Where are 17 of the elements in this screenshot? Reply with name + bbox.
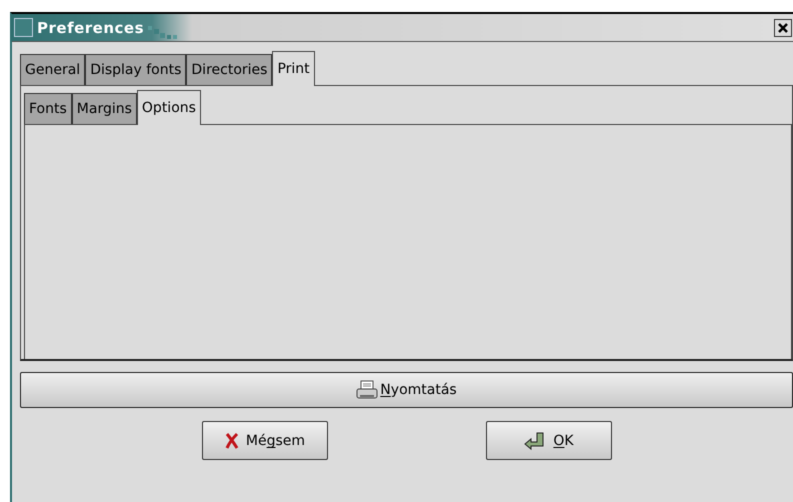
tab[interactable]: Margins: [72, 93, 137, 124]
pixel-decoration-icon: [148, 26, 178, 40]
cross-icon: [224, 432, 240, 450]
cancel-button[interactable]: Mégsem: [202, 421, 328, 460]
close-icon: [778, 22, 788, 32]
printer-icon: [356, 380, 378, 400]
close-button[interactable]: [774, 18, 792, 36]
window-title: Preferences: [37, 18, 144, 36]
tab[interactable]: General: [20, 54, 86, 85]
ok-button[interactable]: OK: [486, 421, 612, 460]
window-menu-icon[interactable]: [14, 18, 33, 37]
print-button[interactable]: Nyomtatás: [20, 372, 793, 408]
tab[interactable]: Options: [136, 90, 201, 125]
tab[interactable]: Directories: [186, 54, 272, 85]
tab[interactable]: Print: [272, 51, 315, 86]
tab[interactable]: Display fonts: [85, 54, 186, 85]
tab[interactable]: Fonts: [24, 93, 72, 124]
